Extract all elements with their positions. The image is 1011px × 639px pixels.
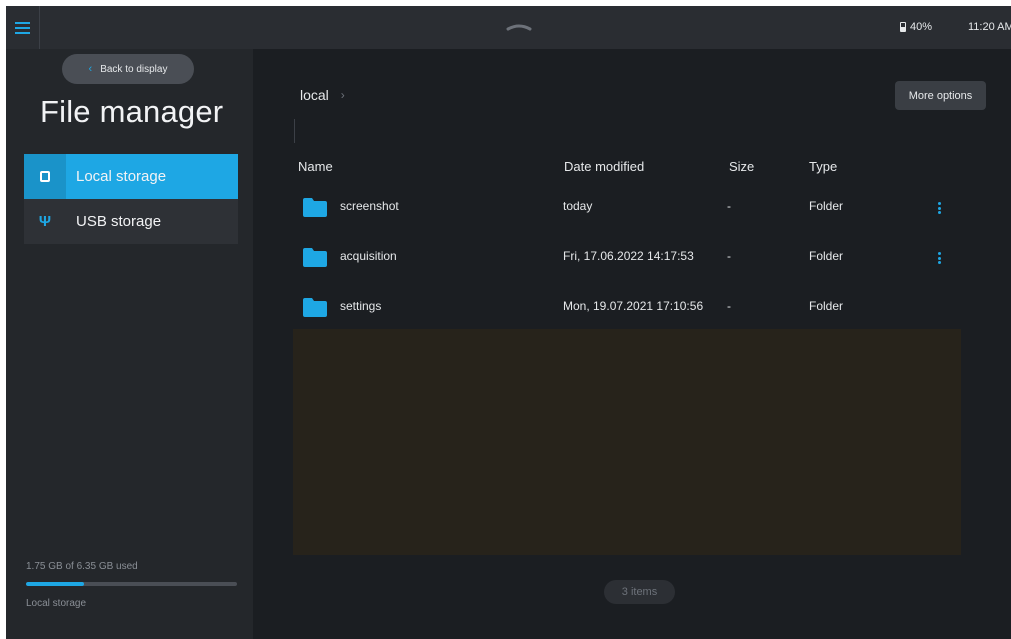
pull-down-handle-icon[interactable] [506,20,532,32]
hamburger-menu-icon[interactable] [6,6,40,49]
file-name: acquisition [340,249,397,263]
page-title: File manager [40,94,224,129]
breadcrumb: local › [300,87,345,103]
file-size: - [727,299,731,313]
file-browser: local › More options Name Date modified … [253,49,1011,639]
file-date: today [563,199,593,213]
top-bar: 40% 11:20 AM [6,6,1011,49]
empty-area [293,329,961,555]
divider [294,119,295,143]
table-row[interactable]: acquisition Fri, 17.06.2022 14:17:53 - F… [300,239,960,289]
folder-icon [303,248,327,267]
file-type: Folder [809,299,844,313]
column-header-size[interactable]: Size [729,159,754,174]
storage-label: Local storage [26,598,87,609]
file-size: - [727,249,731,263]
battery-status: 40% [900,21,932,33]
more-vert-icon[interactable] [933,249,945,267]
sidebar: ‹ Back to display File manager Local sto… [6,49,253,639]
sidebar-item-local-storage[interactable]: Local storage [24,154,238,199]
file-type: Folder [809,249,844,263]
file-size: - [727,199,731,213]
storage-nav: Local storage Ψ USB storage [24,154,238,244]
breadcrumb-item-local[interactable]: local [300,87,329,103]
storage-usage-bar [26,582,237,586]
table-row[interactable]: screenshot today - Folder [300,189,960,239]
folder-icon [303,198,327,217]
item-count-badge: 3 items [604,580,675,604]
sidebar-item-label: USB storage [76,213,162,230]
file-date: Fri, 17.06.2022 14:17:53 [563,249,694,263]
app-window: 40% 11:20 AM ‹ Back to display File mana… [0,0,1011,639]
chevron-left-icon: ‹ [88,63,93,75]
usb-icon: Ψ [38,213,52,230]
more-vert-icon[interactable] [933,199,945,217]
folder-icon [303,298,327,317]
column-header-name[interactable]: Name [298,159,333,174]
column-header-type[interactable]: Type [809,159,837,174]
storage-usage-text: 1.75 GB of 6.35 GB used [26,561,138,572]
clock: 11:20 AM [968,21,1011,33]
more-options-button[interactable]: More options [895,81,986,110]
back-to-display-button[interactable]: ‹ Back to display [62,54,194,84]
file-type: Folder [809,199,844,213]
sidebar-item-label: Local storage [76,168,167,185]
tablet-icon [40,171,50,182]
file-name: screenshot [340,199,399,213]
chevron-right-icon: › [340,88,345,102]
column-header-date[interactable]: Date modified [564,159,644,174]
back-to-display-label: Back to display [100,63,168,75]
sidebar-item-usb-storage[interactable]: Ψ USB storage [24,199,238,244]
battery-icon [900,22,906,32]
battery-percent: 40% [910,21,933,33]
storage-usage-fill [26,582,85,586]
file-name: settings [340,299,382,313]
file-date: Mon, 19.07.2021 17:10:56 [563,299,704,313]
